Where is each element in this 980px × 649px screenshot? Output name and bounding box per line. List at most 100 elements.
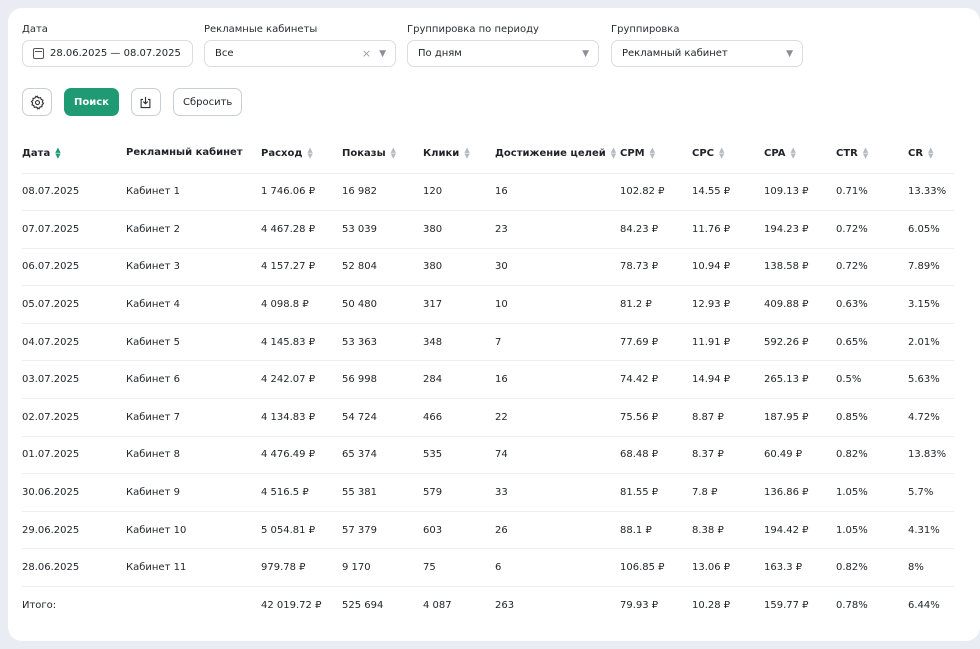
table-cell: 102.82 ₽ bbox=[620, 173, 692, 212]
table-row: 06.07.2025 Кабинет 34 157.27 ₽52 804 380 30… bbox=[22, 248, 954, 287]
table-row: 29.06.2025 Кабинет 10 5 054.81 ₽57 379 603 2… bbox=[22, 511, 954, 550]
cabinets-filter-label: Рекламные кабинеты bbox=[204, 24, 318, 35]
table-cell: 4.72% bbox=[908, 398, 954, 437]
table-cell: 77.69 ₽ bbox=[620, 323, 692, 362]
table-cell: 13.06 ₽ bbox=[692, 548, 764, 588]
table-cell: 7.89% bbox=[908, 248, 954, 287]
table-cell: 10 bbox=[495, 285, 620, 324]
table-cell: 7 bbox=[495, 323, 620, 362]
filters-bar: Дата 28.06.2025 — 08.07.2025 Рекламные к… bbox=[22, 24, 980, 76]
clear-icon[interactable]: × bbox=[362, 47, 371, 60]
totals-cell: 263 bbox=[495, 600, 515, 612]
table-cell: 0.72% bbox=[836, 210, 908, 249]
cabinets-select[interactable]: Все × ▼ bbox=[204, 40, 396, 67]
cabinets-filter: Рекламные кабинеты Все × ▼ bbox=[204, 24, 396, 67]
column-header-goals[interactable]: Достижение целей ▲ ▼ bbox=[495, 133, 620, 174]
sort-icon: ▲ ▼ bbox=[55, 145, 61, 160]
period-select[interactable]: По дням ▼ bbox=[407, 40, 599, 67]
table-row: 05.07.2025 Кабинет 44 098.8 ₽50 480 317 10 8… bbox=[22, 285, 954, 324]
table-cell: 0.85% bbox=[836, 398, 908, 437]
table-cell: 14.94 ₽ bbox=[692, 360, 764, 400]
reset-button[interactable]: Сбросить bbox=[172, 88, 243, 116]
table-cell: 22 bbox=[495, 398, 620, 437]
column-header-cpc[interactable]: CPC ▲ ▼ bbox=[692, 133, 764, 174]
table-cell: 4 145.83 ₽ bbox=[261, 323, 342, 362]
table-cell: Кабинет 10 bbox=[126, 511, 261, 550]
column-header-cabinet: Рекламный кабинет bbox=[126, 133, 261, 174]
table-cell: 265.13 ₽ bbox=[764, 360, 836, 400]
chevron-down-icon: ▼ bbox=[582, 48, 589, 59]
table-cell: 10.94 ₽ bbox=[692, 248, 764, 287]
table-cell: 4 467.28 ₽ bbox=[261, 210, 342, 249]
table-cell: 14.55 ₽ bbox=[692, 173, 764, 212]
table-cell: 466 bbox=[423, 398, 495, 437]
table-cell: 9 170 bbox=[342, 548, 423, 588]
settings-button[interactable] bbox=[22, 88, 52, 116]
grouping-select[interactable]: Рекламный кабинет ▼ bbox=[611, 40, 803, 67]
table-cell: 54 724 bbox=[342, 398, 423, 437]
table-row: 04.07.2025 Кабинет 54 145.83 ₽53 363 348 7 7… bbox=[22, 323, 954, 362]
table-cell: 187.95 ₽ bbox=[764, 398, 836, 437]
table-cell: 16 982 bbox=[342, 173, 423, 212]
column-header-spend[interactable]: Расход ▲ ▼ bbox=[261, 133, 342, 174]
table-cell: 136.86 ₽ bbox=[764, 473, 836, 512]
date-range-picker[interactable]: 28.06.2025 — 08.07.2025 bbox=[22, 40, 193, 67]
table-cell: 4.31% bbox=[908, 511, 954, 550]
table-cell: 4 157.27 ₽ bbox=[261, 248, 342, 287]
table-cell: 380 bbox=[423, 210, 495, 249]
totals-cell: 79.93 ₽ bbox=[620, 600, 659, 612]
search-button[interactable]: Поиск bbox=[64, 88, 119, 116]
table-cell: 7.8 ₽ bbox=[692, 473, 764, 512]
table-cell: 284 bbox=[423, 360, 495, 400]
table-cell: 0.72% bbox=[836, 248, 908, 287]
cabinets-select-value: Все bbox=[215, 48, 234, 59]
table-cell: 74 bbox=[495, 436, 620, 475]
table-cell: 05.07.2025 bbox=[22, 285, 126, 324]
date-range-value: 28.06.2025 — 08.07.2025 bbox=[50, 48, 181, 59]
download-icon bbox=[141, 96, 151, 108]
table-cell: 6 bbox=[495, 548, 620, 588]
table-cell: 0.5% bbox=[836, 360, 908, 400]
table-cell: 30.06.2025 bbox=[22, 473, 126, 512]
table-cell: 979.78 ₽ bbox=[261, 548, 342, 588]
report-card: Дата 28.06.2025 — 08.07.2025 Рекламные к… bbox=[8, 8, 980, 641]
table-cell: 81.2 ₽ bbox=[620, 285, 692, 324]
table-cell: 194.42 ₽ bbox=[764, 511, 836, 550]
table-cell: 33 bbox=[495, 473, 620, 512]
totals-cell: 10.28 ₽ bbox=[692, 600, 731, 612]
table-cell: 03.07.2025 bbox=[22, 360, 126, 400]
table-cell: 16 bbox=[495, 173, 620, 212]
table-cell: 8.37 ₽ bbox=[692, 436, 764, 475]
table-cell: 01.07.2025 bbox=[22, 436, 126, 475]
column-header-cr[interactable]: CR ▲ ▼ bbox=[908, 133, 954, 174]
totals-cell: 42 019.72 ₽ bbox=[261, 600, 322, 612]
sort-icon: ▲ ▼ bbox=[719, 145, 725, 160]
table-cell: 6.05% bbox=[908, 210, 954, 249]
export-button[interactable] bbox=[130, 88, 161, 116]
table-cell: 06.07.2025 bbox=[22, 248, 126, 287]
table-cell: 55 381 bbox=[342, 473, 423, 512]
column-header-ctr[interactable]: CTR ▲ ▼ bbox=[836, 133, 908, 174]
table-cell: 3.15% bbox=[908, 285, 954, 324]
sort-icon: ▲ ▼ bbox=[464, 145, 470, 160]
chevron-down-icon: ▼ bbox=[379, 48, 386, 59]
column-header-date[interactable]: Дата ▲ ▼ bbox=[22, 133, 126, 174]
sort-icon: ▲ ▼ bbox=[307, 145, 313, 160]
table-cell: 0.82% bbox=[836, 436, 908, 475]
column-header-cpm[interactable]: CPM ▲ ▼ bbox=[620, 133, 692, 174]
period-select-value: По дням bbox=[418, 48, 462, 59]
table-cell: 120 bbox=[423, 173, 495, 212]
table-cell: 1.05% bbox=[836, 511, 908, 550]
totals-cell bbox=[126, 587, 261, 625]
column-header-impressions[interactable]: Показы ▲ ▼ bbox=[342, 133, 423, 174]
table-cell: 106.85 ₽ bbox=[620, 548, 692, 588]
table-cell: 5.63% bbox=[908, 360, 954, 400]
table-cell: 12.93 ₽ bbox=[692, 285, 764, 324]
sort-icon: ▲ ▼ bbox=[649, 145, 656, 160]
column-header-clicks[interactable]: Клики ▲ ▼ bbox=[423, 133, 495, 174]
grouping-select-value: Рекламный кабинет bbox=[622, 48, 728, 59]
table-cell: 194.23 ₽ bbox=[764, 210, 836, 249]
column-header-cpa[interactable]: CPA ▲ ▼ bbox=[764, 133, 836, 174]
table-cell: 11.91 ₽ bbox=[692, 323, 764, 362]
table-cell: 4 134.83 ₽ bbox=[261, 398, 342, 437]
